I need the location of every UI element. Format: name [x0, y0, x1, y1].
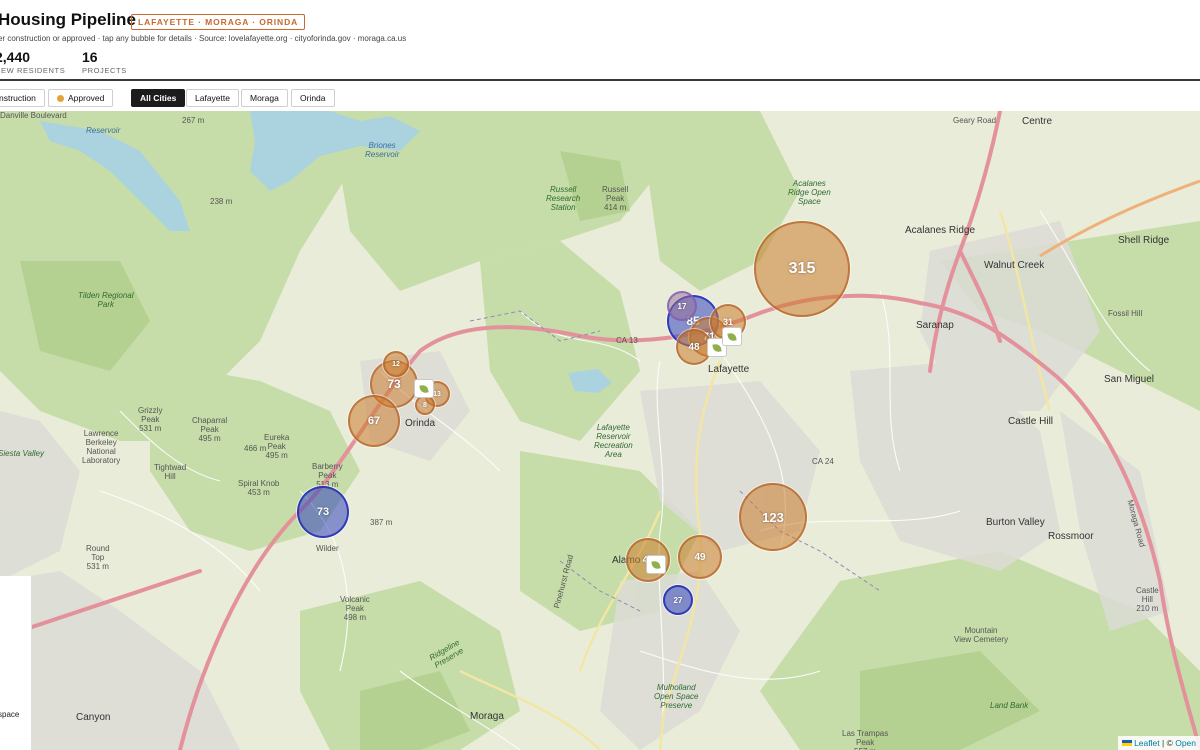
approved-marker[interactable]: [722, 327, 742, 346]
project-bubble[interactable]: 123: [739, 483, 807, 551]
map-label: Lafayette: [708, 364, 750, 375]
map-label: Tilden Regional Park: [78, 291, 134, 309]
stat-new-residents: 2,440 NEW RESIDENTS: [0, 49, 65, 75]
leaf-icon: [712, 342, 722, 353]
filter-bar: nstruction Approved All Cities Lafayette…: [0, 81, 1200, 111]
map-label: Orinda: [405, 418, 436, 429]
panel-text: space: [0, 710, 20, 719]
map-label: Eureka Peak 495 m: [264, 433, 290, 460]
map-label: Briones Reservoir: [365, 141, 400, 159]
map-label: Acalanes Ridge: [905, 225, 976, 236]
stat-label: PROJECTS: [82, 66, 127, 75]
map-label: Danville Boulevard: [0, 111, 67, 120]
page-title: Housing Pipeline: [0, 10, 136, 29]
filter-orinda[interactable]: Orinda: [291, 89, 335, 107]
openstreetmap-link[interactable]: Open: [1175, 738, 1196, 748]
side-panel: space: [0, 576, 32, 750]
map-label: 238 m: [210, 197, 233, 206]
map-label: Mountain View Cemetery: [954, 626, 1009, 644]
map-label: Reservoir: [86, 126, 121, 135]
map-label: Siesta Valley: [0, 449, 44, 458]
approved-marker[interactable]: [646, 555, 666, 574]
map-label: Geary Road: [953, 116, 997, 125]
attribution-prefix: ©: [1166, 738, 1173, 748]
project-bubble[interactable]: 315: [754, 221, 850, 317]
stat-projects: 16 PROJECTS: [82, 49, 127, 75]
map-label: 387 m: [370, 518, 393, 527]
filter-approved[interactable]: Approved: [48, 89, 114, 107]
map-label: Mulholland Open Space Preserve: [654, 683, 699, 710]
map-label: CA 13: [616, 336, 638, 345]
filter-all-cities[interactable]: All Cities: [131, 89, 186, 107]
map-label: San Miguel: [1104, 374, 1155, 385]
map-label: Centre: [1022, 116, 1053, 127]
stat-value: 16: [82, 49, 98, 65]
page-header: Housing Pipeline LAFAYETTE · MORAGA · OR…: [0, 0, 1200, 80]
map-label: 267 m: [182, 116, 205, 125]
filter-label: Lafayette: [195, 93, 230, 103]
leaf-icon: [651, 559, 661, 570]
map-label: Round Top 531 m: [86, 544, 110, 571]
map-label: Tightwad Hill: [154, 463, 187, 481]
filter-lafayette[interactable]: Lafayette: [186, 89, 239, 107]
map-label: Fossil Hill: [1108, 309, 1143, 318]
map-canvas[interactable]: Briones Reservoir Reservoir Russell Resear…: [0, 111, 1200, 750]
map-label: Rossmoor: [1048, 531, 1094, 542]
filter-label: All Cities: [140, 93, 177, 103]
approved-dot-icon: [57, 94, 64, 102]
project-bubble[interactable]: 17: [667, 291, 697, 321]
approved-marker[interactable]: [414, 379, 434, 398]
map-label: Burton Valley: [986, 517, 1045, 528]
map-label: Saranap: [916, 320, 954, 331]
map-label: Walnut Creek: [984, 260, 1045, 271]
map-label: Grizzly Peak 531 m: [138, 406, 163, 433]
leaflet-link[interactable]: Leaflet: [1134, 738, 1160, 748]
map-label: Spiral Knob 453 m: [238, 479, 280, 497]
filter-label: Moraga: [250, 93, 279, 103]
map-label: Volcanic Peak 498 m: [340, 595, 370, 622]
attribution-sep: |: [1161, 738, 1165, 748]
region-tag: LAFAYETTE · MORAGA · ORINDA: [131, 14, 306, 30]
map-label: Canyon: [76, 712, 111, 723]
stat-label: NEW RESIDENTS: [0, 66, 66, 75]
map-label: Castle Hill 210 m: [1136, 586, 1159, 613]
map-label: Russell Peak 414 m: [602, 185, 629, 212]
map-attribution: Leaflet | © Open: [1118, 736, 1200, 750]
project-bubble[interactable]: 27: [663, 585, 693, 615]
filter-label: Orinda: [300, 93, 326, 103]
map-label: Barberry Peak 513 m: [312, 462, 343, 489]
map-label: Castle Hill: [1008, 416, 1054, 427]
project-bubble[interactable]: 73: [297, 486, 349, 538]
project-bubble[interactable]: 49: [678, 535, 722, 579]
project-bubble[interactable]: 67: [348, 395, 400, 447]
map-label: CA 24: [812, 457, 834, 466]
map-label: 466 m: [244, 444, 267, 453]
filter-label: Approved: [68, 93, 105, 103]
map-label: Lafayette Reservoir Recreation Area: [594, 423, 633, 459]
map-label: Moraga: [470, 711, 504, 722]
map-label: Shell Ridge: [1118, 235, 1170, 246]
map-label: Las Trampas Peak 557 m: [842, 729, 889, 750]
ukraine-flag-icon: [1122, 740, 1133, 746]
filter-under-construction[interactable]: nstruction: [0, 89, 45, 107]
filter-label: nstruction: [0, 93, 36, 103]
leaf-icon: [419, 383, 429, 394]
map-label: Acalanes Ridge Open Space: [788, 179, 831, 206]
map-label: Chaparral Peak 495 m: [192, 416, 228, 443]
filter-moraga[interactable]: Moraga: [241, 89, 288, 107]
project-bubble[interactable]: 8: [415, 395, 435, 415]
leaf-icon: [727, 331, 737, 342]
project-bubble[interactable]: 12: [383, 351, 409, 377]
map-label: Land Bank: [990, 701, 1029, 710]
map-label: Russell Research Station: [546, 185, 581, 212]
page-subtitle: er construction or approved · tap any bu…: [0, 34, 407, 43]
map-label: Wilder: [316, 544, 339, 553]
map-label: Lawrence Berkeley National Laboratory: [82, 429, 121, 465]
stat-value: 2,440: [0, 49, 31, 65]
